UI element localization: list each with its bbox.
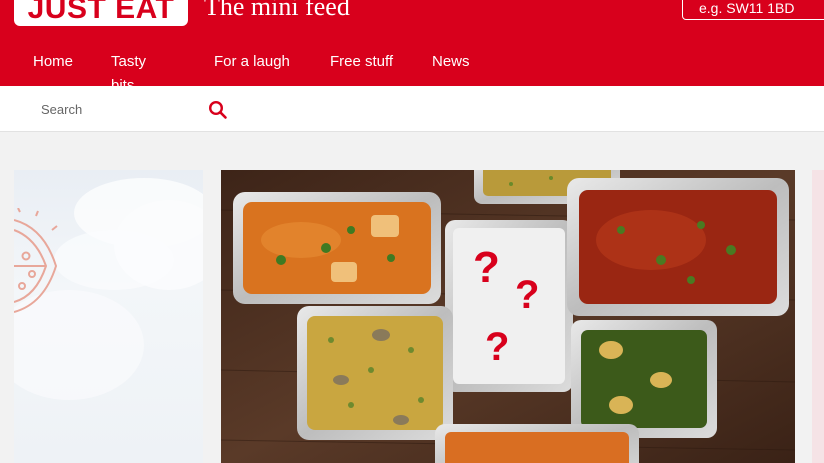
search-box bbox=[16, 92, 234, 126]
logo-text: JUST EAT bbox=[27, 0, 175, 25]
pizza-icon bbox=[14, 208, 58, 313]
just-eat-logo[interactable]: JUST EAT bbox=[14, 0, 188, 26]
nav-home[interactable]: Home bbox=[33, 50, 73, 74]
search-input[interactable] bbox=[16, 92, 206, 126]
postcode-input[interactable]: e.g. SW11 1BD bbox=[682, 0, 824, 20]
search-icon[interactable] bbox=[208, 100, 228, 120]
nav-free-stuff[interactable]: Free stuff bbox=[330, 50, 393, 74]
site-header: JUST EAT The mini feed e.g. SW11 1BD Hom… bbox=[0, 0, 824, 94]
hero-image[interactable]: ? ? ? bbox=[221, 170, 795, 463]
nav-news[interactable]: News bbox=[432, 50, 470, 74]
svg-text:?: ? bbox=[485, 325, 509, 369]
svg-text:?: ? bbox=[473, 243, 500, 292]
cloud-graphic bbox=[54, 230, 174, 290]
svg-text:?: ? bbox=[515, 273, 539, 317]
page: JUST EAT The mini feed e.g. SW11 1BD Hom… bbox=[0, 0, 824, 463]
takeaway-trays-image: ? ? ? bbox=[221, 170, 795, 463]
nav-for-a-laugh[interactable]: For a laugh bbox=[214, 50, 290, 74]
site-tagline: The mini feed bbox=[204, 0, 350, 21]
side-promo-card[interactable] bbox=[14, 170, 203, 463]
search-bar bbox=[0, 86, 824, 132]
next-card-edge[interactable] bbox=[812, 170, 824, 463]
